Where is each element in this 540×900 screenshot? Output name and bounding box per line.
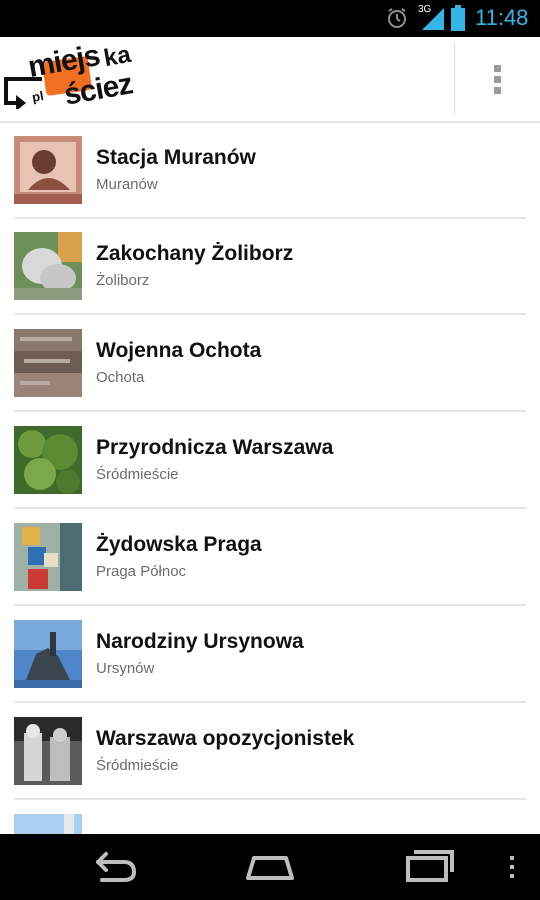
route-district: Ochota — [96, 369, 145, 386]
recent-apps-icon[interactable] — [398, 834, 460, 900]
route-thumbnail — [14, 426, 82, 494]
route-thumbnail — [14, 620, 82, 688]
action-bar-divider — [454, 43, 455, 113]
list-item[interactable]: Stacja Muranów Muranów — [0, 123, 540, 219]
screen: 3G 11:48 miejs ka ściez pl Stacja Muranó… — [0, 0, 540, 900]
logo-arrow-icon — [4, 77, 42, 109]
route-title: Warszawa opozycjonistek — [96, 727, 355, 750]
route-thumbnail — [14, 717, 82, 785]
route-district: Żoliborz — [96, 272, 150, 289]
route-title: Narodziny Ursynowa — [96, 630, 304, 653]
clock: 11:48 — [475, 5, 529, 30]
route-district: Praga Północ — [96, 563, 187, 580]
route-thumbnail — [14, 136, 82, 204]
route-title: Zakochany Żoliborz — [96, 242, 294, 265]
route-district: Ursynów — [96, 660, 155, 677]
back-icon[interactable] — [84, 834, 142, 900]
list-item[interactable]: Żydowska Praga Praga Północ — [0, 510, 540, 606]
list-divider — [14, 798, 526, 800]
overflow-menu-button[interactable] — [470, 37, 526, 121]
status-bar: 3G 11:48 — [0, 0, 540, 37]
list-divider — [14, 604, 526, 606]
list-item[interactable]: Przyrodnicza Warszawa Śródmieście — [0, 413, 540, 509]
route-thumbnail — [14, 232, 82, 300]
home-icon[interactable] — [240, 834, 300, 900]
navigation-bar — [0, 834, 540, 900]
route-thumbnail — [14, 523, 82, 591]
route-thumbnail — [14, 329, 82, 397]
app-logo[interactable]: miejs ka ściez pl — [2, 39, 144, 115]
route-district: Muranów — [96, 176, 158, 193]
list-item[interactable]: Narodziny Ursynowa Ursynów — [0, 607, 540, 703]
list-item[interactable]: Warszawa opozycjonistek Śródmieście — [0, 704, 540, 800]
list-item[interactable]: Zakochany Żoliborz Żoliborz — [0, 219, 540, 315]
route-title: Przyrodnicza Warszawa — [96, 436, 334, 459]
list-divider — [14, 410, 526, 412]
alarm-icon — [388, 8, 406, 28]
list-divider — [14, 701, 526, 703]
route-title: Stacja Muranów — [96, 146, 256, 169]
list-item[interactable]: Wojenna Ochota Ochota — [0, 316, 540, 412]
list-divider — [14, 313, 526, 315]
battery-icon — [451, 5, 465, 31]
list-divider — [14, 507, 526, 509]
route-district: Śródmieście — [96, 466, 179, 483]
route-title: Żydowska Praga — [96, 533, 262, 556]
action-bar: miejs ka ściez pl — [0, 37, 540, 123]
route-title: Wojenna Ochota — [96, 339, 262, 362]
route-district: Śródmieście — [96, 757, 179, 774]
menu-icon[interactable] — [500, 834, 524, 900]
signal-icon — [422, 8, 444, 30]
